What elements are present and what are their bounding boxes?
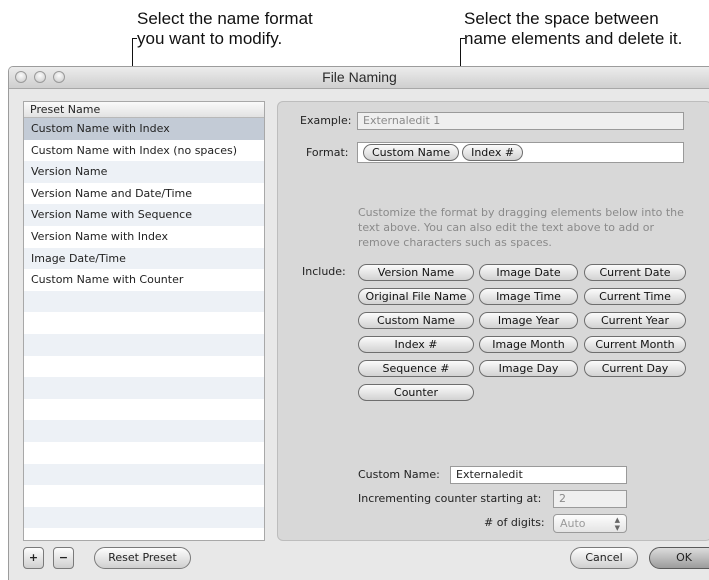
add-preset-button[interactable]: + — [23, 547, 44, 569]
select-arrows-icon: ▲ ▼ — [614, 516, 620, 532]
preset-item-version-name-with-index[interactable]: Version Name with Index — [24, 226, 264, 248]
example-label: Example: — [300, 114, 352, 127]
digits-select[interactable]: Auto ▲ ▼ — [553, 514, 627, 533]
include-token-counter[interactable]: Counter — [358, 384, 474, 401]
include-token-custom-name[interactable]: Custom Name — [358, 312, 474, 329]
include-label: Include: — [302, 265, 346, 278]
preset-item-version-name-with-sequence[interactable]: Version Name with Sequence — [24, 204, 264, 226]
callout-left-leader-tick — [132, 38, 137, 39]
format-field[interactable]: Custom Name Index # — [357, 142, 684, 163]
reset-preset-button[interactable]: Reset Preset — [94, 547, 191, 569]
include-token-version-name[interactable]: Version Name — [358, 264, 474, 281]
cancel-button[interactable]: Cancel — [570, 547, 638, 569]
include-token-image-month[interactable]: Image Month — [479, 336, 578, 353]
include-token-index[interactable]: Index # — [358, 336, 474, 353]
format-label: Format: — [306, 146, 349, 159]
include-token-sequence[interactable]: Sequence # — [358, 360, 474, 377]
title-bar[interactable]: File Naming — [9, 67, 709, 89]
preset-item-custom-name-with-index-no-spaces[interactable]: Custom Name with Index (no spaces) — [24, 140, 264, 162]
empty-row — [24, 377, 264, 399]
preset-item-custom-name-with-counter[interactable]: Custom Name with Counter — [24, 269, 264, 291]
custom-name-label: Custom Name: — [358, 468, 440, 481]
preset-list-header[interactable]: Preset Name — [24, 102, 264, 118]
include-token-image-time[interactable]: Image Time — [479, 288, 578, 305]
empty-row — [24, 506, 264, 529]
include-token-current-year[interactable]: Current Year — [584, 312, 686, 329]
include-token-current-time[interactable]: Current Time — [584, 288, 686, 305]
callout-right-line-2: name elements and delete it. — [464, 29, 683, 48]
empty-row — [24, 442, 264, 464]
preset-item-image-date-time[interactable]: Image Date/Time — [24, 247, 264, 270]
include-token-image-date[interactable]: Image Date — [479, 264, 578, 281]
empty-row — [24, 528, 264, 540]
callout-left-line-1: Select the name format — [137, 9, 313, 28]
empty-row — [24, 399, 264, 421]
preset-item-version-name-and-date-time[interactable]: Version Name and Date/Time — [24, 183, 264, 205]
include-token-original-file-name[interactable]: Original File Name — [358, 288, 474, 305]
window-title: File Naming — [322, 69, 397, 85]
custom-name-input[interactable]: Externaledit — [450, 466, 627, 484]
empty-row — [24, 463, 264, 486]
callout-right-line-1: Select the space between — [464, 9, 659, 28]
counter-start-input[interactable]: 2 — [553, 490, 627, 508]
remove-preset-button[interactable]: − — [53, 547, 74, 569]
callout-right-leader-tick — [460, 38, 465, 39]
callout-left-line-2: you want to modify. — [137, 29, 283, 48]
empty-row — [24, 290, 264, 313]
empty-row — [24, 312, 264, 334]
include-token-current-date[interactable]: Current Date — [584, 264, 686, 281]
digits-label: # of digits: — [484, 516, 545, 529]
format-panel: Example: Externaledit 1 Format: Custom N… — [277, 101, 709, 541]
preset-item-version-name[interactable]: Version Name — [24, 161, 264, 183]
callout-delete-space: Select the space between name elements a… — [464, 9, 682, 49]
include-token-current-month[interactable]: Current Month — [584, 336, 686, 353]
preset-item-custom-name-with-index[interactable]: Custom Name with Index — [24, 118, 264, 140]
empty-row — [24, 333, 264, 356]
empty-row — [24, 485, 264, 507]
format-token-index[interactable]: Index # — [462, 144, 524, 161]
file-naming-window: File Naming Preset Name Custom Name with… — [8, 66, 709, 580]
include-token-current-day[interactable]: Current Day — [584, 360, 686, 377]
format-token-custom-name[interactable]: Custom Name — [363, 144, 460, 161]
format-help-text: Customize the format by dragging element… — [358, 206, 684, 249]
counter-start-label: Incrementing counter starting at: — [358, 492, 542, 505]
include-token-image-day[interactable]: Image Day — [479, 360, 578, 377]
include-token-image-year[interactable]: Image Year — [479, 312, 578, 329]
preset-list[interactable]: Preset Name Custom Name with Index Custo… — [23, 101, 265, 541]
empty-row — [24, 420, 264, 442]
digits-select-value: Auto — [560, 517, 586, 530]
callout-select-format: Select the name format you want to modif… — [137, 9, 313, 49]
example-field: Externaledit 1 — [357, 112, 684, 130]
empty-row — [24, 356, 264, 378]
ok-button[interactable]: OK — [649, 547, 709, 569]
